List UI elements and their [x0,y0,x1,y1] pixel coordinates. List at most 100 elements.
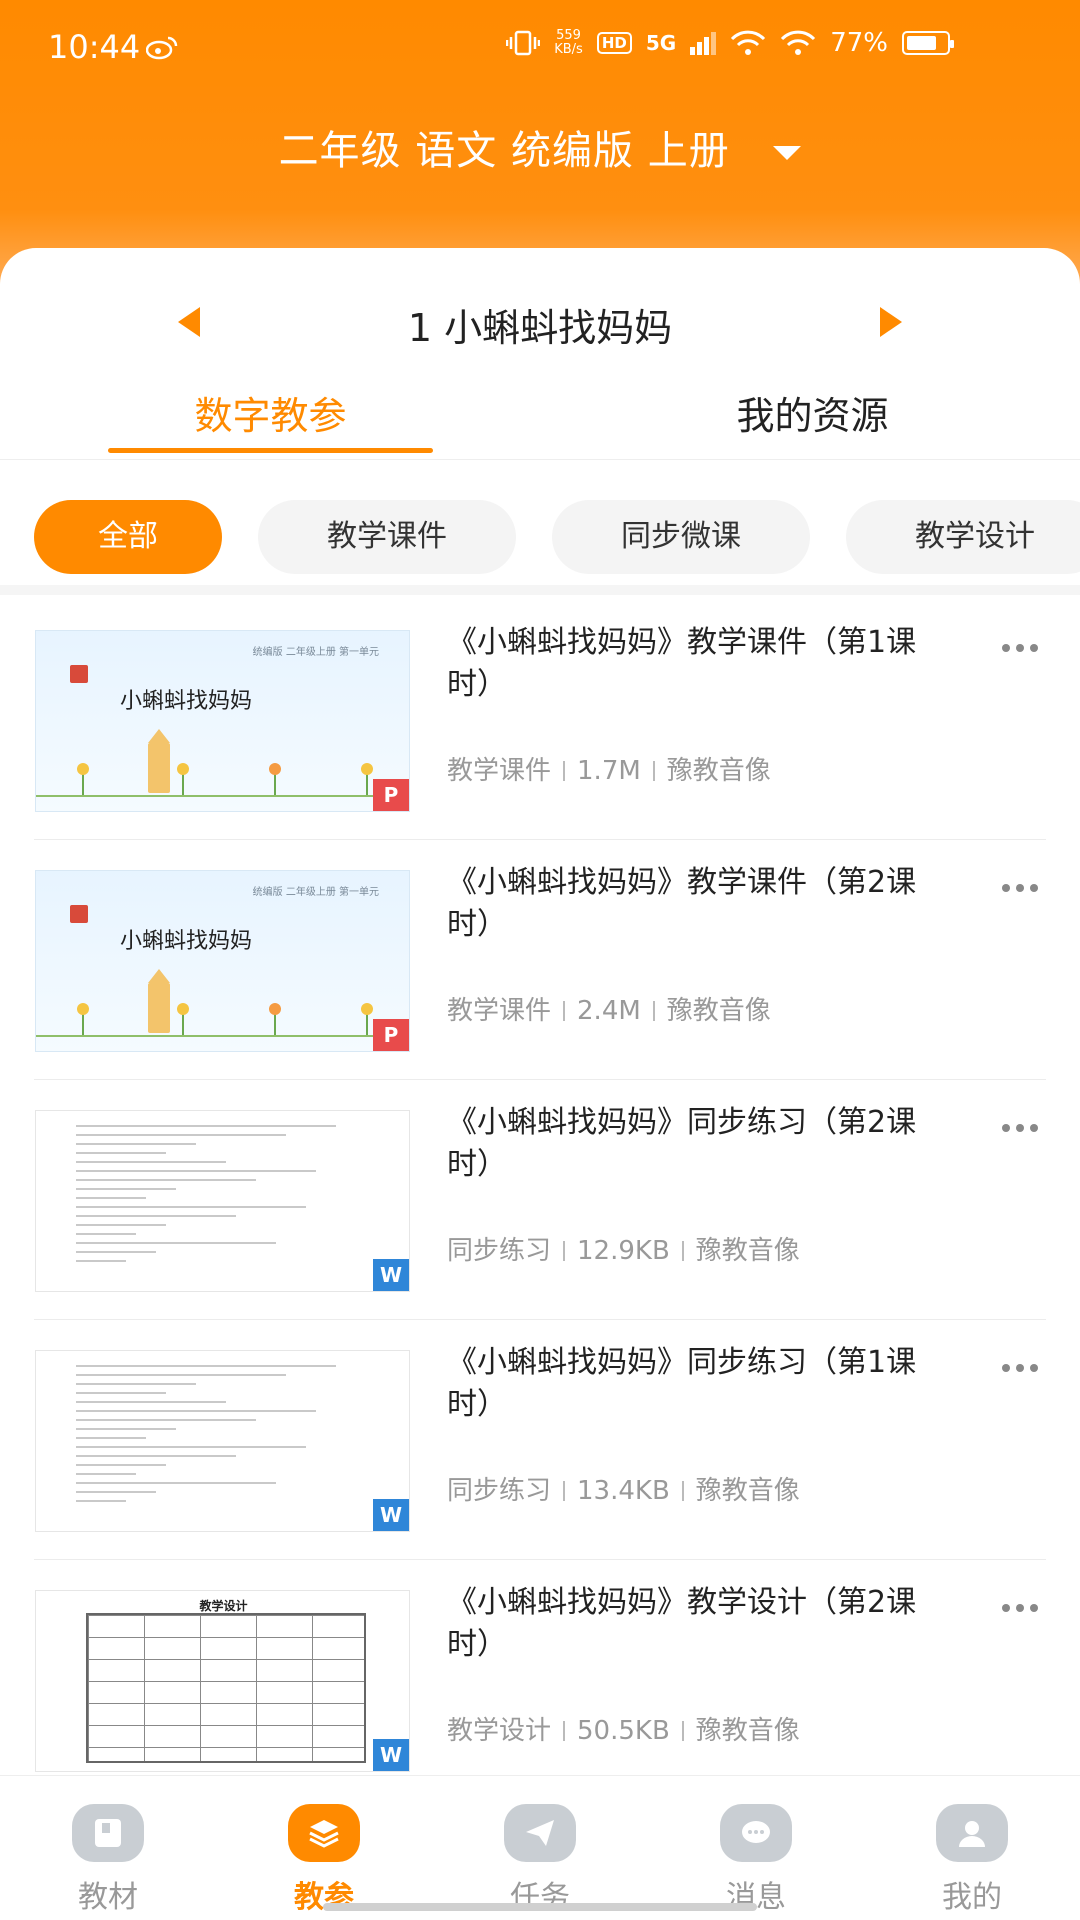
status-indicators: 559 KB/s HD 5G 77% [506,28,954,58]
nav-item-teaching-reference[interactable]: 教参 [216,1776,432,1920]
resource-meta: 教学课件 1.7M 豫教音像 [447,750,771,787]
network-type: 5G [645,31,677,55]
filter-chip-all[interactable]: 全部 [34,500,222,574]
resource-publisher: 豫教音像 [695,1476,800,1506]
document-preview [76,1125,369,1277]
resource-publisher: 豫教音像 [695,1716,800,1746]
resource-size: 13.4KB [577,1476,670,1506]
word-file-icon: W [373,1499,409,1531]
resource-size: 2.4M [577,996,641,1026]
resource-size: 12.9KB [577,1236,670,1266]
resource-item[interactable]: 统编版 二年级上册 第一单元 小蝌蚪找妈妈 P 《小蝌蚪找妈妈》教学课件（第2课… [0,840,1080,1080]
resource-title: 《小蝌蚪找妈妈》教学设计（第2课时） [447,1585,917,1662]
filter-chip-teaching-design[interactable]: 教学设计 [846,500,1080,574]
active-tab-indicator [108,448,433,453]
resource-size: 50.5KB [577,1716,670,1746]
lesson-title: 1 小蝌蚪找妈妈 [407,306,673,350]
battery-percent: 77% [830,28,888,58]
resource-thumbnail[interactable]: 教学设计 W [35,1590,410,1772]
resource-meta: 同步练习 13.4KB 豫教音像 [447,1470,800,1507]
nav-label: 教材 [78,1880,138,1915]
caret-down-icon [773,146,802,160]
weibo-icon [146,36,178,60]
tab-bar: 数字教参 我的资源 [0,385,1080,460]
filter-chip-courseware[interactable]: 教学课件 [258,500,516,574]
more-options-icon[interactable] [1002,1364,1038,1372]
battery-fill [907,36,936,50]
status-bar: 10:44 559 KB/s HD 5G 77% [0,0,1080,100]
hd-badge: HD [596,32,632,54]
wifi-icon [781,30,816,55]
ppt-file-icon: P [373,779,409,811]
seal-icon [70,665,88,683]
thumbnail-title: 教学设计 [199,1599,248,1613]
pencil-illustration [148,969,170,1033]
pencil-illustration [148,729,170,793]
home-indicator[interactable] [323,1903,757,1911]
nav-item-messages[interactable]: 消息 [648,1776,864,1920]
resource-thumbnail[interactable]: 统编版 二年级上册 第一单元 小蝌蚪找妈妈 P [35,870,410,1052]
word-file-icon: W [373,1739,409,1771]
table-preview [86,1613,366,1763]
resource-type: 教学课件 [447,996,552,1026]
thumbnail-title: 小蝌蚪找妈妈 [119,929,252,954]
thumbnail-title: 小蝌蚪找妈妈 [119,689,252,714]
document-preview [76,1365,369,1517]
resource-title: 《小蝌蚪找妈妈》教学课件（第2课时） [447,865,917,942]
list-separator [0,585,1080,595]
lesson-nav: 1 小蝌蚪找妈妈 [0,295,1080,355]
chat-bubble-icon [720,1804,792,1862]
nav-item-tasks[interactable]: 任务 [432,1776,648,1920]
resource-publisher: 豫教音像 [666,756,771,786]
more-options-icon[interactable] [1002,644,1038,652]
resource-type: 同步练习 [447,1236,552,1266]
network-speed: 559 KB/s [554,29,583,57]
resource-meta: 教学设计 50.5KB 豫教音像 [447,1710,800,1747]
resource-type: 教学课件 [447,756,552,786]
thumbnail-header: 统编版 二年级上册 第一单元 [252,887,379,898]
resource-item[interactable]: 教学设计 W 《小蝌蚪找妈妈》教学设计（第2课时） 教学设计 50.5KB 豫教音像 [0,1560,1080,1800]
more-options-icon[interactable] [1002,884,1038,892]
word-file-icon: W [373,1259,409,1291]
nav-label: 我的 [942,1880,1002,1915]
resource-thumbnail[interactable]: W [35,1350,410,1532]
resource-item[interactable]: W 《小蝌蚪找妈妈》同步练习（第1课时） 同步练习 13.4KB 豫教音像 [0,1320,1080,1560]
resource-meta: 同步练习 12.9KB 豫教音像 [447,1230,800,1267]
status-time: 10:44 [48,28,141,66]
wifi-icon [731,30,766,55]
filter-chips: 全部 教学课件 同步微课 教学设计 [0,500,1080,576]
battery-icon [902,31,954,55]
bottom-nav: 教材 教参 任务 消息 我的 [0,1775,1080,1920]
resource-title: 《小蝌蚪找妈妈》同步练习（第2课时） [447,1105,917,1182]
more-options-icon[interactable] [1002,1124,1038,1132]
resource-type: 同步练习 [447,1476,552,1506]
seal-icon [70,905,88,923]
resource-item[interactable]: W 《小蝌蚪找妈妈》同步练习（第2课时） 同步练习 12.9KB 豫教音像 [0,1080,1080,1320]
paper-plane-icon [504,1804,576,1862]
filter-chip-micro-lesson[interactable]: 同步微课 [552,500,810,574]
nav-item-me[interactable]: 我的 [864,1776,1080,1920]
resource-meta: 教学课件 2.4M 豫教音像 [447,990,771,1027]
book-selector-label: 二年级 语文 统编版 上册 [278,128,730,174]
tab-digital-teaching-reference[interactable]: 数字教参 [108,385,433,440]
network-speed-unit: KB/s [554,42,583,57]
thumbnail-header: 统编版 二年级上册 第一单元 [252,647,379,658]
tab-my-resources[interactable]: 我的资源 [650,385,975,440]
resource-size: 1.7M [577,756,641,786]
book-selector[interactable]: 二年级 语文 统编版 上册 [0,118,1080,176]
resource-item[interactable]: 统编版 二年级上册 第一单元 小蝌蚪找妈妈 P 《小蝌蚪找妈妈》教学课件（第1课… [0,600,1080,840]
network-speed-value: 559 [556,28,581,43]
resource-thumbnail[interactable]: W [35,1110,410,1292]
next-lesson-arrow-icon[interactable] [880,307,902,337]
vibrate-icon [506,30,541,56]
resource-publisher: 豫教音像 [666,996,771,1026]
user-icon [936,1804,1008,1862]
more-options-icon[interactable] [1002,1604,1038,1612]
book-icon [72,1804,144,1862]
resource-title: 《小蝌蚪找妈妈》同步练习（第1课时） [447,1345,917,1422]
signal-icon [690,32,717,55]
resource-publisher: 豫教音像 [695,1236,800,1266]
resource-title: 《小蝌蚪找妈妈》教学课件（第1课时） [447,625,917,702]
resource-thumbnail[interactable]: 统编版 二年级上册 第一单元 小蝌蚪找妈妈 P [35,630,410,812]
nav-item-textbook[interactable]: 教材 [0,1776,216,1920]
